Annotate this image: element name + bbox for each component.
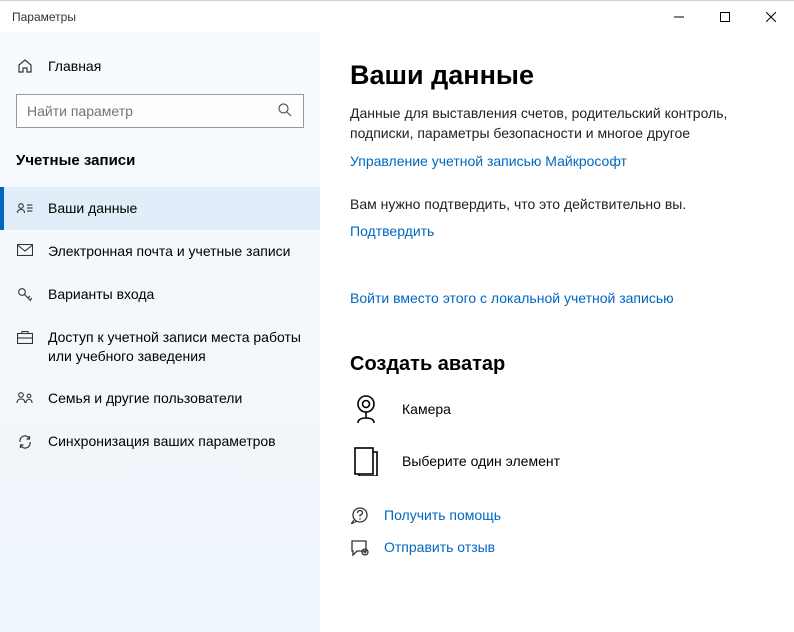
window-controls bbox=[656, 1, 794, 33]
avatar-option-browse[interactable]: Выберите один элемент bbox=[350, 446, 764, 476]
feedback-link[interactable]: Отправить отзыв bbox=[350, 536, 764, 558]
avatar-heading: Создать аватар bbox=[350, 353, 764, 376]
verify-text: Вам нужно подтвердить, что это действите… bbox=[350, 194, 764, 214]
key-icon bbox=[16, 285, 34, 303]
search-icon bbox=[277, 102, 293, 121]
person-card-icon bbox=[16, 199, 34, 215]
search-box[interactable] bbox=[16, 94, 304, 128]
mail-icon bbox=[16, 242, 34, 256]
window-title: Параметры bbox=[12, 10, 76, 24]
help-link[interactable]: Получить помощь bbox=[350, 504, 764, 526]
sidebar-home[interactable]: Главная bbox=[0, 50, 320, 82]
sidebar-item-label: Варианты входа bbox=[48, 285, 304, 304]
manage-account-link[interactable]: Управление учетной записью Майкрософт bbox=[350, 150, 627, 172]
avatar-browse-label: Выберите один элемент bbox=[402, 453, 560, 469]
sidebar-item-signin-options[interactable]: Варианты входа bbox=[0, 273, 320, 316]
sync-icon bbox=[16, 432, 34, 450]
sidebar-item-sync[interactable]: Синхронизация ваших параметров bbox=[0, 420, 320, 463]
sidebar-item-work-access[interactable]: Доступ к учетной записи места работы или… bbox=[0, 316, 320, 378]
avatar-option-camera[interactable]: Камера bbox=[350, 394, 764, 424]
sidebar-home-label: Главная bbox=[48, 58, 101, 74]
camera-icon bbox=[350, 394, 382, 424]
local-signin-link[interactable]: Войти вместо этого с локальной учетной з… bbox=[350, 287, 674, 309]
home-icon bbox=[16, 58, 34, 74]
sidebar-item-your-info[interactable]: Ваши данные bbox=[0, 187, 320, 230]
people-icon bbox=[16, 389, 34, 405]
sidebar: Главная Учетные записи Ваши данные Элект… bbox=[0, 32, 320, 632]
minimize-button[interactable] bbox=[656, 1, 702, 33]
close-button[interactable] bbox=[748, 1, 794, 33]
titlebar: Параметры bbox=[0, 0, 794, 32]
close-icon bbox=[766, 12, 776, 22]
main-content: Ваши данные Данные для выставления счето… bbox=[320, 32, 794, 632]
search-input[interactable] bbox=[27, 103, 277, 119]
maximize-icon bbox=[720, 12, 730, 22]
help-icon bbox=[350, 506, 370, 524]
avatar-camera-label: Камера bbox=[402, 401, 451, 417]
minimize-icon bbox=[674, 12, 684, 22]
description-text: Данные для выставления счетов, родительс… bbox=[350, 103, 764, 144]
feedback-link-label: Отправить отзыв bbox=[384, 536, 495, 558]
sidebar-item-label: Электронная почта и учетные записи bbox=[48, 242, 304, 261]
help-link-label: Получить помощь bbox=[384, 504, 501, 526]
sidebar-section-header: Учетные записи bbox=[0, 146, 320, 187]
feedback-icon bbox=[350, 539, 370, 557]
sidebar-item-label: Ваши данные bbox=[48, 199, 304, 218]
verify-link[interactable]: Подтвердить bbox=[350, 220, 434, 242]
briefcase-icon bbox=[16, 328, 34, 344]
sidebar-item-label: Семья и другие пользователи bbox=[48, 389, 304, 408]
sidebar-item-label: Доступ к учетной записи места работы или… bbox=[48, 328, 304, 366]
sidebar-item-email-accounts[interactable]: Электронная почта и учетные записи bbox=[0, 230, 320, 273]
page-title: Ваши данные bbox=[350, 60, 764, 91]
maximize-button[interactable] bbox=[702, 1, 748, 33]
sidebar-item-label: Синхронизация ваших параметров bbox=[48, 432, 304, 451]
sidebar-item-family[interactable]: Семья и другие пользователи bbox=[0, 377, 320, 420]
browse-icon bbox=[350, 446, 382, 476]
